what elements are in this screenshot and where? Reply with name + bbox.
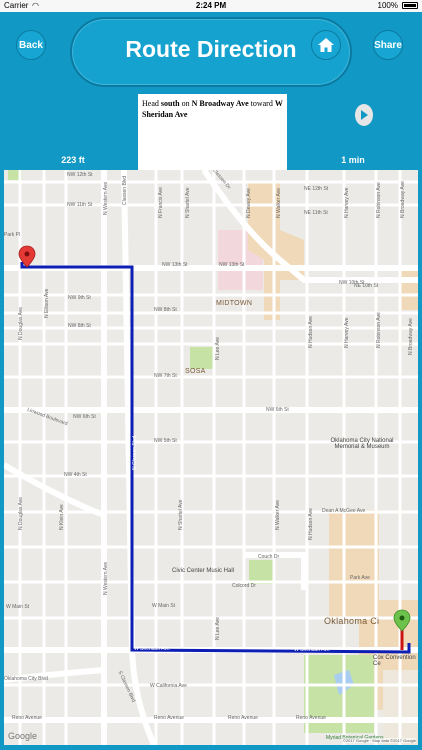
battery-icon — [402, 2, 418, 9]
street-label: Colcord Dr — [232, 583, 256, 589]
street-label: NE 12th St — [304, 186, 329, 192]
street-label: N Hudson Ave — [308, 508, 314, 540]
district-east — [399, 270, 418, 310]
street-label: N Robinson Ave — [376, 312, 382, 348]
street-label: NW 6th St — [266, 407, 289, 413]
street-label: N Harvey Ave — [344, 317, 350, 348]
street-label: N Francis Ave — [158, 186, 164, 218]
street-label: N Klein Ave — [59, 504, 65, 530]
header-bar: Back Route Direction Share — [0, 12, 422, 94]
street-label: NW 8th St — [68, 323, 91, 329]
street-label: Reno Avenue — [154, 715, 184, 721]
poi-music-hall: Civic Center Music Hall — [172, 568, 235, 574]
route-distance: 223 ft — [61, 155, 85, 165]
district-label: MIDTOWN — [216, 300, 253, 307]
street-label: N Douglas Ave — [18, 497, 24, 530]
street-label: N Hudson Ave — [308, 316, 314, 348]
street-label: N Broadway Ave — [408, 318, 414, 355]
street-label: NE 10th St — [354, 283, 379, 289]
instruction-direction: south — [160, 99, 180, 108]
street-label: N Lee Ave — [215, 337, 221, 360]
street-label: Dean A McGee Ave — [322, 508, 366, 514]
instruction-panel: Head south on N Broadway Ave toward W Sh… — [0, 94, 422, 170]
street-label: N Robinson Ave — [376, 182, 382, 218]
street-label: W California Ave — [150, 683, 187, 689]
instruction-toward: toward — [248, 99, 275, 108]
street-label: Park Pl — [4, 232, 21, 238]
street-label: N Douglas Ave — [18, 307, 24, 340]
next-step-button[interactable] — [355, 104, 373, 126]
street-label: Park Ave — [350, 575, 370, 581]
street-label: NW 6th St — [73, 414, 96, 420]
route-duration: 1 min — [341, 155, 365, 165]
street-label: NW 9th St — [68, 295, 91, 301]
street-label: W Main St — [152, 603, 176, 609]
poi-memorial: Oklahoma City National Memorial & Museum — [330, 438, 394, 450]
street-label: W Sheridan Ave — [134, 646, 170, 652]
poi-convention-center: Cox Convention Ce — [373, 655, 416, 667]
district-label: Oklahoma Ci — [324, 616, 380, 626]
street-label: N Walker Ave — [275, 499, 281, 530]
street-label: NW 7th St — [154, 373, 177, 379]
map-copyright: ©2017 Google · Map data ©2017 Google — [342, 738, 416, 743]
street-label: Reno Avenue — [296, 715, 326, 721]
home-button[interactable] — [311, 30, 341, 60]
street-label: NW 13th St — [219, 262, 245, 268]
street-label: NW 4th St — [64, 472, 87, 478]
street-label: N Broadway Ave — [400, 181, 406, 218]
street-label: Reno Avenue — [228, 715, 258, 721]
street-label: NW 12th St — [67, 172, 93, 178]
street-label: N Ellison Ave — [44, 288, 50, 318]
direction-instruction: Head south on N Broadway Ave toward W Sh… — [138, 94, 287, 170]
street-label: NE 11th St — [304, 210, 328, 216]
street-label: N Walker Ave — [276, 187, 282, 218]
street-label: N Western Ave — [103, 181, 109, 215]
street-label: Oklahoma City Blvd — [4, 676, 48, 682]
street-label: Classen Blvd — [122, 175, 128, 205]
street-label: NW 11th St — [67, 202, 93, 208]
street-label: NW 5th St — [154, 438, 177, 444]
status-time: 2:24 PM — [195, 1, 227, 10]
park-civic — [249, 560, 273, 584]
street-label: N Harvey Ave — [344, 187, 350, 218]
instruction-road: N Broadway Ave — [191, 99, 249, 108]
play-icon — [361, 110, 368, 120]
page-title: Route Direction — [125, 36, 297, 62]
street-label: Reno Avenue — [12, 715, 42, 721]
instruction-prefix: Head — [142, 99, 161, 108]
street-label: N Classen Blvd — [132, 435, 138, 470]
battery-percent: 100% — [377, 1, 398, 10]
street-label: NW 8th St — [154, 307, 177, 313]
street-label: Couch Dr — [258, 554, 280, 560]
street-label: W Sheridan Ave — [294, 647, 330, 653]
map-canvas — [4, 170, 418, 745]
home-icon — [318, 38, 334, 52]
status-bar: Carrier ◠ 2:24 PM 100% — [0, 0, 422, 12]
street-label: W Main St — [6, 604, 30, 610]
street-label: N Western Ave — [103, 561, 109, 595]
street-label: N Shartel Ave — [178, 499, 184, 530]
park-sosa — [190, 347, 214, 369]
street-label: N Lee Ave — [215, 617, 221, 640]
district-label: SOSA — [185, 368, 206, 375]
google-logo: Google — [8, 731, 38, 741]
share-button[interactable]: Share — [373, 30, 403, 60]
street-label: NW 13th St — [162, 262, 188, 268]
street-label: N Shartel Ave — [185, 187, 191, 218]
instruction-mid: on — [179, 99, 192, 108]
route-map[interactable]: MIDTOWN SOSA Oklahoma Ci Oklahoma City N… — [4, 170, 418, 745]
street-label: N Dewey Ave — [246, 188, 252, 218]
